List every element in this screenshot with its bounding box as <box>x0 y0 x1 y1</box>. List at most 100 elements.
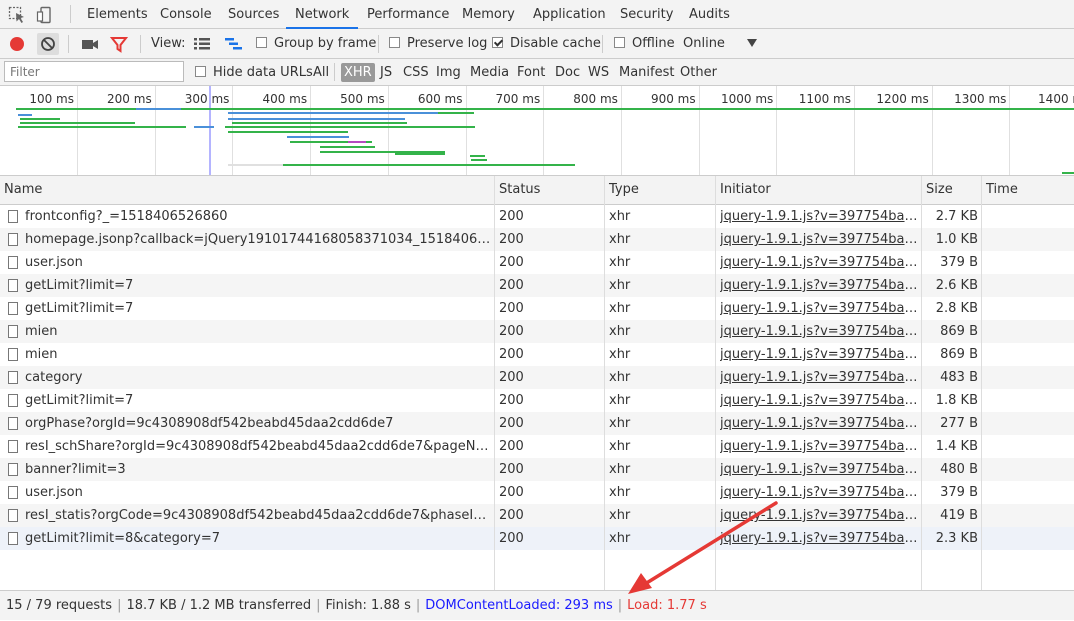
request-name[interactable]: resI_statis?orgCode=9c4308908df542beabd4… <box>25 504 491 527</box>
column-header-name[interactable]: Name <box>0 176 495 204</box>
request-type: xhr <box>609 439 631 454</box>
request-initiator-link[interactable]: jquery-1.9.1.js?v=397754ba49:5 <box>720 412 918 435</box>
filter-type-other[interactable]: Other <box>680 59 717 85</box>
filter-type-ws[interactable]: WS <box>588 59 609 85</box>
request-initiator-link[interactable]: jquery-1.9.1.js?v=397754ba49:5 <box>720 366 918 389</box>
throttling-select[interactable]: Online <box>683 29 725 58</box>
request-name[interactable]: user.json <box>25 481 491 504</box>
request-name[interactable]: resI_schShare?orgId=9c4308908df542beabd4… <box>25 435 491 458</box>
request-name[interactable]: homepage.jsonp?callback=jQuery1910174416… <box>25 228 491 251</box>
filter-icon[interactable] <box>110 35 128 53</box>
column-header-size[interactable]: Size <box>922 176 982 204</box>
filter-input[interactable] <box>4 61 184 82</box>
table-row[interactable]: mien 200 xhr jquery-1.9.1.js?v=397754ba49:5… <box>0 343 1074 366</box>
table-row[interactable]: getLimit?limit=7 200 xhr jquery-1.9.1.js?v=… <box>0 389 1074 412</box>
request-name[interactable]: category <box>25 366 491 389</box>
request-name[interactable]: user.json <box>25 251 491 274</box>
tab-memory[interactable]: Memory <box>453 0 524 28</box>
request-name[interactable]: getLimit?limit=7 <box>25 389 491 412</box>
offline-toggle[interactable]: Offline <box>614 29 675 58</box>
device-toolbar-icon[interactable] <box>36 6 54 24</box>
request-initiator-link[interactable]: jquery-1.9.1.js?v=397754ba49:5 <box>720 527 918 550</box>
tab-audits[interactable]: Audits <box>680 0 739 28</box>
table-row[interactable]: resI_schShare?orgId=9c4308908df542beabd4… <box>0 435 1074 458</box>
offline-checkbox[interactable] <box>614 37 625 48</box>
filter-type-img[interactable]: Img <box>436 59 461 85</box>
table-row[interactable]: banner?limit=3 200 xhr jquery-1.9.1.js?v=39… <box>0 458 1074 481</box>
disable-cache-toggle[interactable]: Disable cache <box>492 29 601 58</box>
devtools-tab-bar: Elements Console Sources Network Perform… <box>0 0 1074 29</box>
request-initiator-link[interactable]: jquery-1.9.1.js?v=397754ba49:5 <box>720 297 918 320</box>
table-row[interactable]: orgPhase?orgId=9c4308908df542beabd45daa2… <box>0 412 1074 435</box>
inspect-element-icon[interactable] <box>8 6 26 24</box>
record-icon[interactable] <box>8 35 26 53</box>
filter-type-css[interactable]: CSS <box>403 59 429 85</box>
clear-icon[interactable] <box>37 33 59 55</box>
table-row[interactable]: mien 200 xhr jquery-1.9.1.js?v=397754ba49:5… <box>0 320 1074 343</box>
table-row[interactable]: user.json 200 xhr jquery-1.9.1.js?v=397754b… <box>0 251 1074 274</box>
column-header-initiator[interactable]: Initiator <box>716 176 922 204</box>
request-initiator-link[interactable]: jquery-1.9.1.js?v=397754ba49:5 <box>720 389 918 412</box>
filter-type-xhr[interactable]: XHR <box>341 63 375 82</box>
column-divider[interactable] <box>921 176 922 590</box>
table-row[interactable]: getLimit?limit=7 200 xhr jquery-1.9.1.js?v=… <box>0 274 1074 297</box>
table-row[interactable]: category 200 xhr jquery-1.9.1.js?v=397754ba… <box>0 366 1074 389</box>
request-name[interactable]: mien <box>25 320 491 343</box>
tab-security[interactable]: Security <box>611 0 682 28</box>
request-name[interactable]: getLimit?limit=8&category=7 <box>25 527 491 550</box>
request-initiator-link[interactable]: jquery-1.9.1.js?v=397754ba49:5 <box>720 343 918 366</box>
column-header-status[interactable]: Status <box>495 176 605 204</box>
request-initiator-link[interactable]: jquery-1.9.1.js?v=397754ba49:5 <box>720 228 918 251</box>
filter-type-js[interactable]: JS <box>380 59 392 85</box>
column-header-time[interactable]: Time <box>982 176 1074 204</box>
throttling-dropdown-arrow-icon[interactable] <box>746 37 758 49</box>
request-name[interactable]: frontconfig?_=1518406526860 <box>25 205 491 228</box>
tab-elements[interactable]: Elements <box>78 0 157 28</box>
table-row[interactable]: resI_statis?orgCode=9c4308908df542beabd4… <box>0 504 1074 527</box>
group-by-frame-toggle[interactable]: Group by frame <box>256 29 376 58</box>
table-row[interactable]: homepage.jsonp?callback=jQuery1910174416… <box>0 228 1074 251</box>
tab-console[interactable]: Console <box>151 0 221 28</box>
disable-cache-checkbox[interactable] <box>492 37 503 48</box>
request-initiator-link[interactable]: jquery-1.9.1.js?v=397754ba49:5 <box>720 320 918 343</box>
table-row[interactable]: frontconfig?_=1518406526860 200 xhr jquery-… <box>0 205 1074 228</box>
capture-screenshots-icon[interactable] <box>80 35 100 53</box>
group-by-frame-checkbox[interactable] <box>256 37 267 48</box>
tab-network[interactable]: Network <box>286 0 359 29</box>
column-divider[interactable] <box>715 176 716 590</box>
request-initiator-link[interactable]: jquery-1.9.1.js?v=397754ba49:5 <box>720 251 918 274</box>
column-header-type[interactable]: Type <box>605 176 716 204</box>
request-initiator-link[interactable]: jquery-1.9.1.js?v=397754ba49:5 <box>720 504 918 527</box>
request-name[interactable]: mien <box>25 343 491 366</box>
request-name[interactable]: getLimit?limit=7 <box>25 297 491 320</box>
filter-type-media[interactable]: Media <box>470 59 509 85</box>
filter-type-font[interactable]: Font <box>517 59 545 85</box>
column-divider[interactable] <box>494 176 495 590</box>
request-initiator-link[interactable]: jquery-1.9.1.js?v=397754ba49:5 <box>720 435 918 458</box>
large-rows-icon[interactable] <box>193 35 211 53</box>
preserve-log-toggle[interactable]: Preserve log <box>389 29 487 58</box>
tab-performance[interactable]: Performance <box>358 0 458 28</box>
request-name[interactable]: getLimit?limit=7 <box>25 274 491 297</box>
table-row[interactable]: getLimit?limit=7 200 xhr jquery-1.9.1.js?v=… <box>0 297 1074 320</box>
request-initiator-link[interactable]: jquery-1.9.1.js?v=397754ba49:5 <box>720 274 918 297</box>
column-divider[interactable] <box>604 176 605 590</box>
request-name[interactable]: orgPhase?orgId=9c4308908df542beabd45daa2… <box>25 412 491 435</box>
filter-type-doc[interactable]: Doc <box>555 59 580 85</box>
tab-sources[interactable]: Sources <box>219 0 288 28</box>
overview-waterfall-icon[interactable] <box>224 35 244 53</box>
request-initiator-link[interactable]: jquery-1.9.1.js?v=397754ba49:5 <box>720 205 918 228</box>
filter-type-all[interactable]: All <box>313 59 329 85</box>
hide-data-urls-checkbox[interactable] <box>195 66 206 77</box>
table-row[interactable]: user.json 200 xhr jquery-1.9.1.js?v=397754b… <box>0 481 1074 504</box>
request-initiator-link[interactable]: jquery-1.9.1.js?v=397754ba49:5 <box>720 458 918 481</box>
request-initiator-link[interactable]: jquery-1.9.1.js?v=397754ba49:5 <box>720 481 918 504</box>
request-name[interactable]: banner?limit=3 <box>25 458 491 481</box>
column-divider[interactable] <box>981 176 982 590</box>
preserve-log-checkbox[interactable] <box>389 37 400 48</box>
network-overview[interactable]: 100 ms 200 ms 300 ms 400 ms 500 ms 600 ms 700 … <box>0 86 1074 176</box>
table-row[interactable]: getLimit?limit=8&category=7 200 xhr jquery-… <box>0 527 1074 550</box>
tab-application[interactable]: Application <box>524 0 615 28</box>
hide-data-urls-toggle[interactable]: Hide data URLs <box>195 59 313 85</box>
filter-type-manifest[interactable]: Manifest <box>619 59 674 85</box>
